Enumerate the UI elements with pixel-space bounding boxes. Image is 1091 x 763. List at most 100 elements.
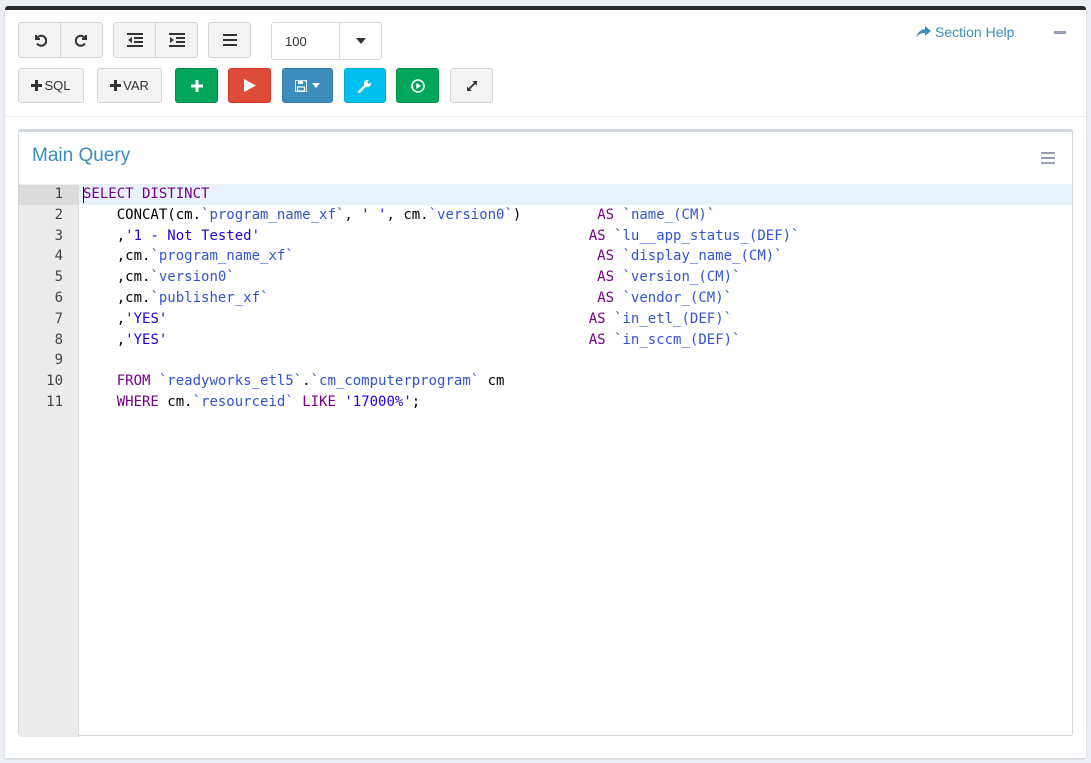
code-token: `resourceid`	[192, 394, 294, 410]
settings-button[interactable]	[344, 68, 386, 103]
line-number: 1	[54, 186, 63, 202]
code-token: cm	[479, 373, 505, 389]
code-token: SELECT DISTINCT	[83, 186, 210, 202]
plus-icon	[31, 80, 43, 91]
main-query-box: Main Query 1 SELECT DISTINCT 2 CONCAT(cm.`…	[18, 129, 1073, 737]
undo-icon	[34, 34, 47, 47]
outdent-button[interactable]	[113, 22, 156, 58]
code-token: AS	[588, 228, 606, 244]
line-number: 3	[54, 228, 63, 244]
code-token: AS	[597, 207, 615, 223]
redo-icon	[74, 34, 87, 47]
code-token: ,	[344, 207, 362, 223]
box-menu-button[interactable]	[1041, 151, 1055, 169]
code-token: 'YES'	[125, 332, 168, 348]
code-token: FROM	[116, 373, 151, 389]
caret-down-icon	[312, 83, 320, 88]
code-token: `program_name_xf`	[201, 207, 345, 223]
code-token: ,cm.	[83, 290, 151, 306]
minus-icon[interactable]	[1054, 31, 1066, 34]
code-token: AS	[588, 332, 606, 348]
code-line: WHERE cm.`resourceid` LIKE '17000%';	[83, 394, 421, 410]
wrench-icon	[358, 79, 372, 93]
indent-button[interactable]	[155, 22, 198, 58]
code-line: FROM `readyworks_etl5`.`cm_computerprogr…	[83, 373, 505, 389]
code-line: ,cm.`publisher_xf` AS `vendor_(CM)`	[83, 290, 732, 306]
line-number: 8	[54, 332, 63, 348]
outdent-icon	[126, 33, 143, 47]
indent-icon	[168, 33, 185, 47]
execute-button[interactable]	[396, 68, 439, 103]
code-token: AS	[597, 290, 615, 306]
share-icon	[916, 25, 931, 38]
play-icon	[243, 79, 256, 92]
add-sql-label: SQL	[44, 78, 71, 93]
code-token: '1 - Not Tested'	[125, 228, 261, 244]
code-token: ,	[83, 311, 126, 327]
query-panel: 100 Section Help SQL VAR Main Query 1 SE…	[5, 10, 1086, 758]
line-number-gutter	[19, 185, 79, 737]
code-line: CONCAT(cm.`program_name_xf`, ' ', cm.`ve…	[83, 207, 716, 223]
undo-button[interactable]	[18, 22, 61, 58]
code-token: `display_name_(CM)`	[622, 248, 783, 264]
code-line: ,cm.`version0` AS `version_(CM)`	[83, 269, 741, 285]
save-icon	[295, 79, 307, 92]
code-token: AS	[588, 311, 606, 327]
code-token: CONCAT(cm.	[83, 207, 202, 223]
format-button[interactable]	[208, 22, 251, 58]
add-button[interactable]	[175, 68, 218, 103]
code-token: `in_sccm_(DEF)`	[614, 332, 741, 348]
plus-icon	[110, 80, 122, 91]
code-token: ,cm.	[83, 248, 151, 264]
main-query-title: Main Query	[32, 145, 131, 166]
sql-editor[interactable]: 1 SELECT DISTINCT 2 CONCAT(cm.`program_nam…	[19, 184, 1072, 737]
code-token: `in_etl_(DEF)`	[614, 311, 733, 327]
code-token: AS	[597, 248, 615, 264]
plus-icon	[190, 79, 203, 92]
run-button[interactable]	[228, 68, 271, 103]
code-line: SELECT DISTINCT	[83, 186, 209, 202]
zoom-select[interactable]: 100	[271, 22, 382, 60]
code-token: `version0`	[150, 269, 235, 285]
section-help-link[interactable]: Section Help	[916, 24, 1014, 40]
save-dropdown-button[interactable]	[282, 68, 333, 103]
code-token: `version_(CM)`	[622, 269, 741, 285]
line-number: 11	[46, 394, 63, 410]
line-number: 5	[54, 269, 63, 285]
code-token: `lu__app_status_(DEF)`	[614, 228, 800, 244]
code-token: `cm_computerprogram`	[310, 373, 480, 389]
code-token: )	[512, 207, 598, 223]
code-token: WHERE	[116, 394, 159, 410]
code-token: ,	[83, 332, 126, 348]
code-token: '17000%'	[344, 394, 412, 410]
menu-icon	[1041, 152, 1055, 164]
fullscreen-button[interactable]	[450, 68, 493, 103]
line-number: 6	[54, 290, 63, 306]
code-token: 'YES'	[125, 311, 168, 327]
section-help-label: Section Help	[935, 24, 1015, 40]
code-token: `name_(CM)`	[622, 207, 716, 223]
line-number: 10	[46, 373, 63, 389]
code-token: , cm.	[386, 207, 429, 223]
zoom-dropdown-toggle[interactable]	[340, 23, 381, 59]
code-token: LIKE	[302, 394, 336, 410]
play-circle-icon	[410, 78, 425, 93]
code-token: ,	[83, 228, 126, 244]
add-var-button[interactable]: VAR	[97, 68, 162, 103]
line-number: 2	[54, 207, 63, 223]
zoom-value: 100	[272, 23, 340, 59]
add-sql-button[interactable]: SQL	[18, 68, 84, 103]
redo-button[interactable]	[60, 22, 103, 58]
line-number: 4	[54, 248, 63, 264]
list-icon	[222, 34, 237, 46]
